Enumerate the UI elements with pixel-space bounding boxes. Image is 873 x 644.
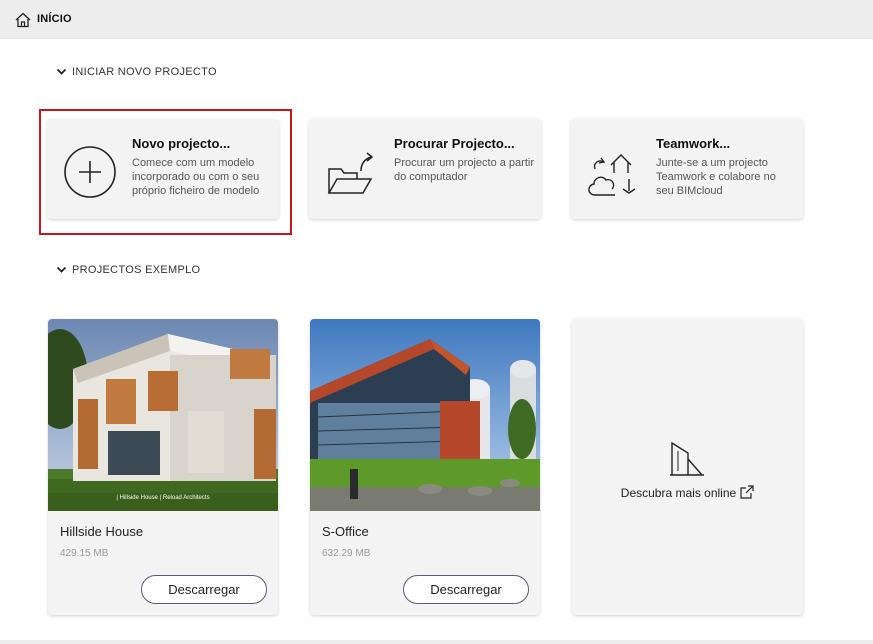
- browse-project-card[interactable]: Procurar Projecto... Procurar um project…: [309, 119, 541, 219]
- card-description: Procurar um projecto a partir do computa…: [394, 157, 534, 183]
- home-icon[interactable]: [14, 11, 32, 29]
- chevron-down-icon: [56, 68, 67, 75]
- building-icon: [670, 441, 704, 476]
- section-title: PROJECTOS EXEMPLO: [72, 264, 201, 276]
- project-card-s-office[interactable]: S-Office 632.29 MB Descarregar: [310, 319, 540, 615]
- card-title: Procurar Projecto...: [394, 136, 515, 151]
- teamwork-card[interactable]: Teamwork... Junte-se a um projecto Teamw…: [571, 119, 803, 219]
- thumbnail-caption: | Hillside House | Reload Architects: [116, 495, 209, 501]
- discover-more-card[interactable]: Descubra mais online: [572, 319, 803, 615]
- section-toggle-examples[interactable]: PROJECTOS EXEMPLO: [56, 264, 200, 276]
- project-size: 632.29 MB: [322, 548, 371, 559]
- project-thumbnail[interactable]: | Hillside House | Reload Architects: [48, 319, 278, 511]
- discover-more-label: Descubra mais online: [620, 486, 737, 500]
- project-size: 429.15 MB: [60, 548, 109, 559]
- open-folder-icon: [327, 152, 374, 194]
- project-thumbnail[interactable]: [310, 319, 540, 511]
- selection-highlight: [39, 109, 292, 235]
- external-link-icon: [740, 485, 754, 499]
- section-toggle-new-project[interactable]: INICIAR NOVO PROJECTO: [56, 66, 217, 78]
- bottom-divider: [0, 640, 873, 644]
- project-name: Hillside House: [60, 524, 144, 539]
- download-button[interactable]: Descarregar: [403, 575, 529, 604]
- card-description: Junte-se a um projecto Teamwork e colabo…: [656, 157, 776, 197]
- discover-more-link[interactable]: Descubra mais online: [572, 485, 803, 500]
- cloud-house-icon: [588, 154, 636, 196]
- top-bar: INÍCIO: [0, 0, 873, 39]
- chevron-down-icon: [56, 266, 67, 273]
- section-title: INICIAR NOVO PROJECTO: [72, 66, 217, 78]
- card-title: Teamwork...: [656, 136, 731, 151]
- project-name: S-Office: [322, 524, 369, 539]
- download-button[interactable]: Descarregar: [141, 575, 267, 604]
- page-title: INÍCIO: [37, 13, 72, 25]
- project-card-hillside-house[interactable]: | Hillside House | Reload Architects Hil…: [48, 319, 278, 615]
